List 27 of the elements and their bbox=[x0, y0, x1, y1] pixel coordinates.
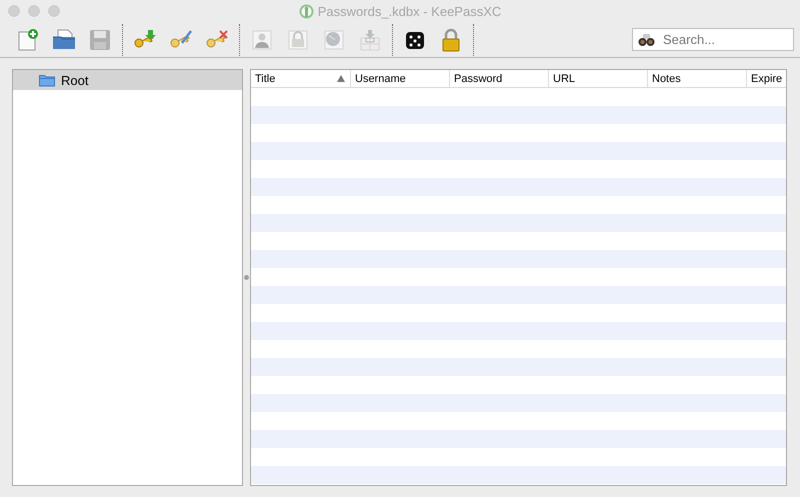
column-header[interactable]: URL bbox=[548, 70, 647, 87]
binoculars-icon bbox=[638, 33, 655, 47]
folder-icon bbox=[39, 74, 55, 86]
key-icon bbox=[133, 28, 157, 50]
new-document-icon bbox=[17, 28, 39, 52]
window-control-icon[interactable] bbox=[48, 5, 60, 17]
padlock-icon bbox=[441, 28, 461, 52]
keyboard-icon bbox=[359, 28, 381, 50]
key-icon bbox=[205, 28, 229, 50]
column-header[interactable]: Expire bbox=[746, 70, 786, 87]
key-icon bbox=[169, 28, 193, 50]
folder-icon bbox=[52, 28, 76, 50]
padlock-icon bbox=[287, 28, 309, 50]
splitter-handle[interactable] bbox=[244, 275, 249, 280]
window-control-icon[interactable] bbox=[28, 5, 40, 17]
column-header[interactable]: Username bbox=[350, 70, 449, 87]
window-title: Passwords_.kdbx - KeePassXC bbox=[318, 4, 502, 18]
search-field[interactable]: Search... bbox=[632, 28, 794, 51]
column-header[interactable]: Password bbox=[449, 70, 548, 87]
window-control-icon[interactable] bbox=[8, 5, 20, 17]
app-logo-icon bbox=[298, 4, 314, 18]
sort-ascending-icon bbox=[337, 75, 345, 82]
person-icon bbox=[251, 28, 273, 50]
column-header[interactable]: Title bbox=[251, 70, 350, 87]
globe-icon bbox=[323, 28, 345, 50]
column-header[interactable]: Notes bbox=[647, 70, 746, 87]
tree-item[interactable]: Root bbox=[13, 70, 242, 90]
